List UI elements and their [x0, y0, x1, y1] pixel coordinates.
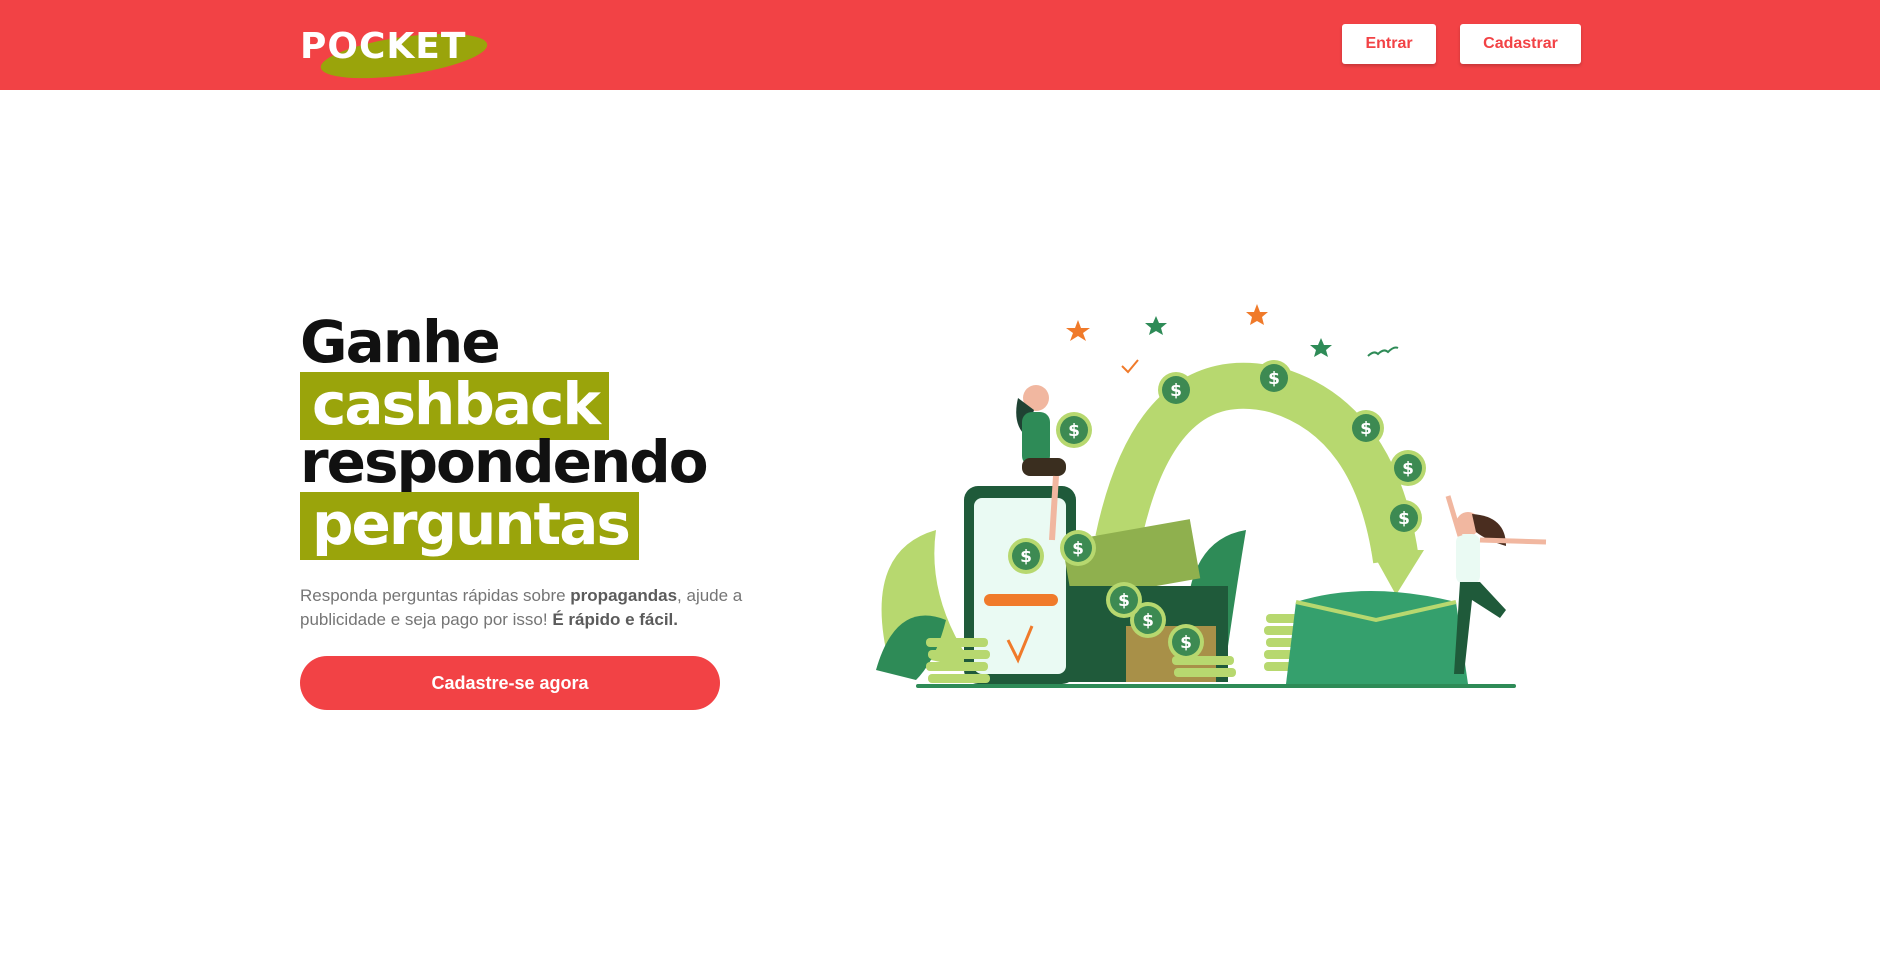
- woman-body: [1456, 534, 1480, 584]
- svg-text:$: $: [1180, 633, 1192, 653]
- logo-wordmark: POCKET: [300, 26, 467, 67]
- dollar-coin-icon: $: [1158, 372, 1194, 408]
- svg-text:$: $: [1360, 419, 1372, 439]
- hero-title-line: Ganhe: [300, 308, 501, 376]
- dollar-coin-icon: $: [1060, 530, 1096, 566]
- dollar-coin-icon: $: [1168, 624, 1204, 660]
- cashback-illustration: $ $ $ $ $ $ $ $ $ $ $: [876, 304, 1547, 688]
- dollar-coin-icon: $: [1008, 538, 1044, 574]
- dollar-coin-icon: $: [1390, 450, 1426, 486]
- woman-skirt: [1022, 458, 1066, 476]
- ground-line: [916, 684, 1516, 688]
- svg-text:$: $: [1020, 547, 1032, 567]
- hero-title-line: respondendo: [300, 428, 709, 496]
- dollar-coin-icon: $: [1106, 582, 1142, 618]
- woman-leg: [1049, 475, 1059, 541]
- arrow-head: [1371, 550, 1424, 595]
- woman-arm: [1445, 495, 1463, 537]
- woman-arm: [1479, 537, 1547, 545]
- woman-legs: [1454, 582, 1506, 674]
- svg-text:$: $: [1142, 611, 1154, 631]
- desc-text: Responda perguntas rápidas sobre: [300, 586, 571, 605]
- svg-text:$: $: [1402, 459, 1414, 479]
- hero-title-highlight-row: perguntas: [300, 492, 707, 560]
- dollar-coin-icon: $: [1348, 410, 1384, 446]
- desc-bold: É rápido e fácil.: [552, 610, 678, 629]
- hero-title-highlight-row: cashback: [300, 372, 707, 440]
- squiggle-decoration: [1367, 346, 1399, 357]
- phone-progress: [984, 594, 1058, 606]
- hero-title-highlight: perguntas: [300, 492, 639, 560]
- pocket-logo[interactable]: POCKET: [298, 22, 492, 80]
- svg-text:$: $: [1118, 591, 1130, 611]
- desc-bold: propagandas: [570, 586, 678, 605]
- svg-text:$: $: [1268, 369, 1280, 389]
- dollar-coin-icon: $: [1056, 412, 1092, 448]
- hero-description: Responda perguntas rápidas sobre propaga…: [300, 584, 770, 632]
- svg-text:$: $: [1072, 539, 1084, 559]
- svg-text:$: $: [1068, 421, 1080, 441]
- star-icon: [1066, 304, 1332, 357]
- dollar-coin-icon: $: [1386, 500, 1422, 536]
- woman-body: [1022, 412, 1050, 466]
- checkmark-icon: [1121, 359, 1139, 374]
- dollar-coin-icon: $: [1256, 360, 1292, 396]
- signup-now-button[interactable]: Cadastre-se agora: [300, 656, 720, 710]
- signup-button[interactable]: Cadastrar: [1460, 24, 1581, 64]
- login-button[interactable]: Entrar: [1342, 24, 1436, 64]
- svg-text:$: $: [1170, 381, 1182, 401]
- top-navbar: POCKET Entrar Cadastrar: [0, 0, 1880, 90]
- svg-text:$: $: [1398, 509, 1410, 529]
- hero-title: Ganhe cashback respondendo perguntas: [300, 308, 709, 560]
